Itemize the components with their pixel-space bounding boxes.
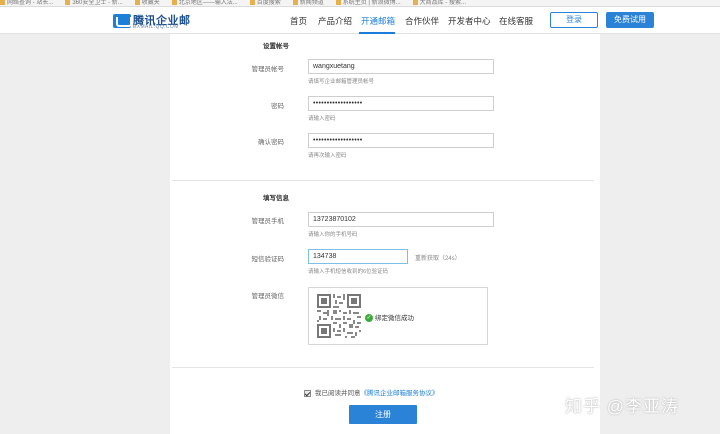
check-circle-icon: ✓ xyxy=(365,314,373,323)
register-button[interactable]: 注册 xyxy=(349,405,417,424)
bookmarks-bar: 网络查询 - 站长... 360安全卫士 - 新... 收藏夹 北京地区——输入法..… xyxy=(0,0,720,7)
section-divider xyxy=(172,367,594,368)
bookmark-item[interactable]: 新闻频道 xyxy=(292,0,324,6)
watermark: 知乎 @李亚涛 xyxy=(565,397,679,416)
site-header: 腾讯企业邮 EXMAIL.QQ.COM 首页 产品介绍 开通邮箱 合作伙伴 开发… xyxy=(0,7,720,34)
register-form: 设置帐号 管理员帐号 wangxuetang 请填写企业邮箱管理员帐号 密码 •… xyxy=(170,34,600,434)
section-divider xyxy=(172,180,594,181)
bookmark-icon xyxy=(134,0,140,5)
admin-account-label: 管理员帐号 xyxy=(251,66,285,73)
logo-domain: EXMAIL.QQ.COM xyxy=(133,24,179,30)
nav-developer[interactable]: 开发者中心 xyxy=(448,15,491,27)
wechat-status-text: 绑定微信成功 xyxy=(375,315,414,322)
admin-phone-label: 管理员手机 xyxy=(251,218,285,225)
admin-wechat-label: 管理员微信 xyxy=(251,293,285,300)
bookmark-item[interactable]: 大商品库 - 搜索... xyxy=(412,0,467,6)
wechat-bind-box: ✓ 绑定微信成功 xyxy=(308,287,488,345)
bookmark-label: 网络查询 - 站长... xyxy=(7,0,54,6)
nav-home[interactable]: 首页 xyxy=(290,15,307,27)
agreement-text: 我已阅读并同意 xyxy=(315,390,361,397)
agreement-checkbox[interactable] xyxy=(304,389,311,397)
bookmark-icon xyxy=(249,0,255,5)
bookmark-label: 大商品库 - 搜索... xyxy=(419,0,467,6)
bookmark-item[interactable]: 百度搜索 xyxy=(249,0,281,6)
password-label: 密码 xyxy=(271,103,284,110)
free-trial-button[interactable]: 免费试用 xyxy=(606,12,654,28)
bookmark-label: 系统主页 | 新浪微博... xyxy=(342,0,401,6)
bookmark-icon xyxy=(65,0,71,5)
bookmark-icon xyxy=(0,0,5,5)
logo[interactable]: 腾讯企业邮 EXMAIL.QQ.COM xyxy=(113,12,223,32)
confirm-password-label: 确认密码 xyxy=(258,139,284,146)
password-hint: 请输入密码 xyxy=(308,116,336,122)
info-section-title: 填写信息 xyxy=(263,195,289,202)
bookmark-icon xyxy=(335,0,341,5)
logo-icon xyxy=(113,14,132,28)
login-button[interactable]: 登录 xyxy=(550,12,598,28)
nav-support[interactable]: 在线客服 xyxy=(499,15,533,27)
bookmark-item[interactable]: 北京地区——输入法... xyxy=(171,0,238,6)
bookmark-item[interactable]: 收藏夹 xyxy=(134,0,160,6)
bookmark-label: 收藏夹 xyxy=(141,0,160,6)
bookmark-item[interactable]: 系统主页 | 新浪微博... xyxy=(335,0,401,6)
password-input[interactable]: •••••••••••••••••• xyxy=(308,96,494,111)
account-section-title: 设置帐号 xyxy=(263,43,289,50)
bookmark-icon xyxy=(292,0,298,5)
nav-partners[interactable]: 合作伙伴 xyxy=(405,15,439,27)
resend-code-button[interactable]: 重新获取（24s） xyxy=(415,253,461,262)
wechat-qr-code xyxy=(317,294,361,338)
confirm-password-hint: 请再次输入密码 xyxy=(308,153,347,159)
bookmark-label: 百度搜索 xyxy=(256,0,281,6)
bookmark-icon xyxy=(171,0,177,5)
nav-open-mailbox[interactable]: 开通邮箱 xyxy=(361,15,395,27)
sms-code-label: 短信验证码 xyxy=(251,256,285,263)
admin-account-input[interactable]: wangxuetang xyxy=(308,59,494,74)
admin-phone-input[interactable]: 13723870102 xyxy=(308,212,494,227)
agreement-link[interactable]: 《腾讯企业邮箱服务协议》 xyxy=(361,390,439,397)
wechat-status: ✓ 绑定微信成功 xyxy=(365,312,414,323)
bookmark-label: 360安全卫士 - 新... xyxy=(72,0,123,6)
confirm-password-input[interactable]: •••••••••••••••••• xyxy=(308,133,494,148)
bookmark-icon xyxy=(412,0,418,5)
bookmark-label: 新闻频道 xyxy=(299,0,324,6)
bookmark-item[interactable]: 360安全卫士 - 新... xyxy=(65,0,123,6)
nav-product[interactable]: 产品介绍 xyxy=(318,15,352,27)
bookmark-item[interactable]: 网络查询 - 站长... xyxy=(0,0,53,6)
sms-code-hint: 请输入手机短信收到的6位验证码 xyxy=(308,269,389,275)
bookmark-label: 北京地区——输入法... xyxy=(178,0,238,6)
admin-phone-hint: 请输入你的手机号码 xyxy=(308,232,358,238)
sms-code-input[interactable]: 134738 xyxy=(308,249,408,264)
agreement-row: 我已阅读并同意《腾讯企业邮箱服务协议》 xyxy=(304,387,439,397)
admin-account-hint: 请填写企业邮箱管理员帐号 xyxy=(308,79,375,85)
